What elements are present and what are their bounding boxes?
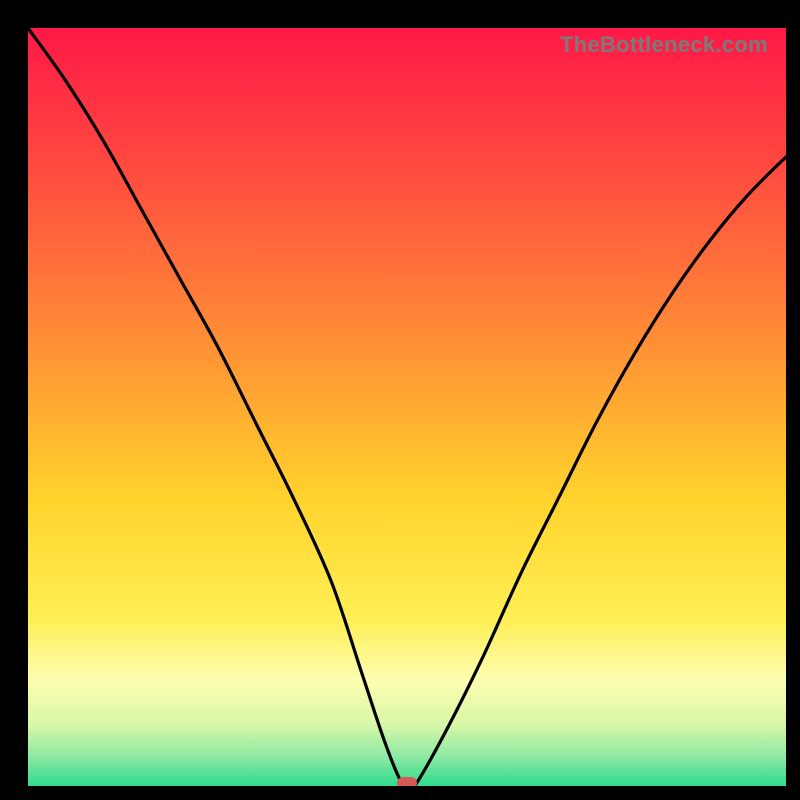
bottleneck-curve (28, 28, 786, 786)
minimum-marker (397, 777, 417, 786)
chart-frame: TheBottleneck.com (0, 0, 800, 800)
plot-area: TheBottleneck.com (28, 28, 786, 786)
